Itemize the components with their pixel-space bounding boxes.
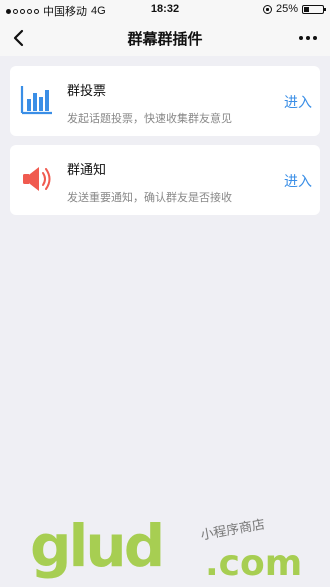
card-title: 群通知 xyxy=(67,162,107,177)
watermark-domain: .com xyxy=(205,543,303,584)
nav-bar: 群幕群插件 xyxy=(0,20,330,56)
speaker-icon xyxy=(20,163,54,195)
orientation-lock-icon xyxy=(262,4,272,14)
battery-icon xyxy=(302,4,326,14)
card-description: 发起话题投票，快速收集群友意见 xyxy=(67,113,232,125)
card-title: 群投票 xyxy=(67,83,107,98)
battery-percent: 25% xyxy=(275,3,298,15)
watermark: glud 小程序商店 .com xyxy=(30,512,320,584)
page-title: 群幕群插件 xyxy=(127,31,203,48)
card-group-vote[interactable]: 群投票 发起话题投票，快速收集群友意见 进入 xyxy=(10,66,320,136)
enter-button[interactable]: 进入 xyxy=(284,92,312,112)
card-description: 发送重要通知，确认群友是否接收 xyxy=(67,192,232,204)
status-bar: 中国移动 4G 18:32 25% xyxy=(0,0,330,20)
card-group-notice[interactable]: 群通知 发送重要通知，确认群友是否接收 进入 xyxy=(10,145,320,215)
enter-button[interactable]: 进入 xyxy=(284,171,312,191)
watermark-logo: glud xyxy=(30,512,165,580)
watermark-subtitle: 小程序商店 xyxy=(199,517,267,544)
more-button[interactable] xyxy=(296,28,320,48)
bar-chart-icon xyxy=(20,84,54,116)
more-dots-icon xyxy=(299,36,303,40)
status-right: 25% xyxy=(262,3,326,15)
